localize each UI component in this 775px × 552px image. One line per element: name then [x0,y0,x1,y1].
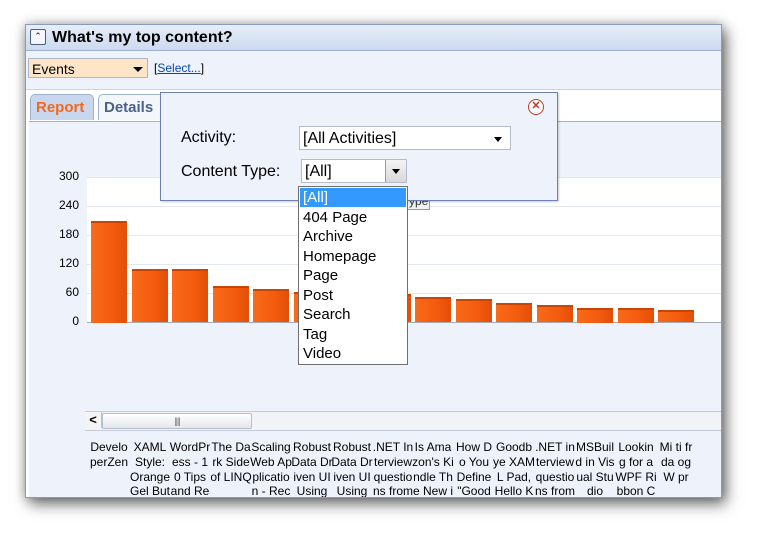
select-link-wrapper: [Select...] [154,61,204,75]
activity-select[interactable]: [All Activities] [299,126,511,150]
horizontal-scrollbar[interactable]: < |||| [85,411,721,431]
chevron-down-icon [392,169,400,174]
bar[interactable] [91,221,127,323]
filter-popup: ✕ Activity: [All Activities] Content Typ… [160,92,558,201]
close-button[interactable]: ✕ [528,99,544,115]
bar[interactable] [132,269,168,322]
y-tick-label: 240 [58,198,79,212]
dropdown-option[interactable]: Video [300,344,406,363]
chevron-down-icon [133,67,143,72]
dropdown-option[interactable]: Tag [300,325,406,344]
activity-label: Activity: [181,129,237,146]
dropdown-option[interactable]: [All] [300,188,406,207]
dropdown-option[interactable]: Homepage [300,247,406,266]
select-link[interactable]: Select... [157,61,200,75]
x-tick-label: .NET Interview questions from Scott Hans… [372,440,414,498]
collapse-icon: ⌃ [34,31,42,41]
dropdown-option[interactable]: Page [300,266,406,285]
content-type-dropdown-button[interactable] [385,160,406,182]
bar[interactable] [618,308,654,323]
dropdown-option[interactable]: Archive [300,227,406,246]
y-tick-label: 0 [72,314,79,328]
bar[interactable] [213,286,249,322]
dropdown-option[interactable]: Search [300,305,406,324]
x-tick-label: Goodbye XAML Pad, Hello Kaxaml! [493,440,535,498]
content-type-select[interactable]: [All] [301,159,407,183]
x-tick-label: Is Amazon's Kindle The New iPod? [412,440,454,498]
x-tick-label: Mi ti fr da og W pr [659,440,693,484]
collapse-button[interactable]: ⌃ [30,29,46,45]
x-tick-label: Looking for a WPF Ribbon Control? [615,440,657,498]
scroll-thumb[interactable]: |||| [102,413,252,429]
x-tick-label: MSBuild in Visual Studio [575,440,615,498]
bar[interactable] [415,297,451,322]
metric-select-value: Events [32,61,75,77]
content-type-select-value: [All] [305,163,332,180]
x-tick-label: DeveloperZen [89,440,129,469]
x-tick-label: The Dark Side of LINQ [210,440,252,484]
chevron-left-icon: < [89,412,97,427]
x-tick-label: Robust Data Driven UI Using WPF - [331,440,373,498]
content-type-dropdown-list: [All] 404 Page Archive Homepage Page Post Sear… [298,186,408,365]
y-tick-label: 120 [58,256,79,270]
y-tick-label: 180 [58,227,79,241]
x-tick-label: Scaling Web Application - Recommended Re… [250,440,292,498]
metric-select[interactable]: Events [28,58,148,78]
x-tick-label: XAML Style: Orange Gel Button [129,440,171,498]
bracket-close: ] [200,61,205,75]
x-tick-label: How Do You Define "Good Code"? [455,440,492,498]
scroll-left-button[interactable]: < [85,412,102,428]
chevron-down-icon [494,137,502,142]
bar[interactable] [253,289,289,322]
toolbar: Events [Select...] [26,51,721,90]
bar[interactable] [658,310,694,322]
y-tick-label: 60 [65,285,79,299]
grip-icon: |||| [174,416,180,426]
bar[interactable] [456,299,492,322]
y-tick-label: 300 [58,169,79,183]
tab-report[interactable]: Report [30,94,94,120]
bar[interactable] [577,308,613,323]
dropdown-option[interactable]: 404 Page [300,208,406,227]
tab-details[interactable]: Details [98,94,168,120]
title-bar: ⌃ What's my top content? [26,25,721,51]
x-tick-label: .NET interview questions from Scott Hans… [534,440,575,498]
x-tick-label: Robust Data Driven UI Using WPF - [291,440,333,498]
activity-select-value: [All Activities] [303,130,397,147]
content-type-label: Content Type: [181,163,281,180]
x-tick-label: WordPress - 10 Tips and Recommendations [169,440,211,498]
dropdown-option[interactable]: Post [300,286,406,305]
gadget-title: What's my top content? [52,29,233,46]
close-icon: ✕ [531,100,541,112]
bar[interactable] [172,269,208,322]
bar[interactable] [537,305,573,322]
bar[interactable] [496,303,532,322]
